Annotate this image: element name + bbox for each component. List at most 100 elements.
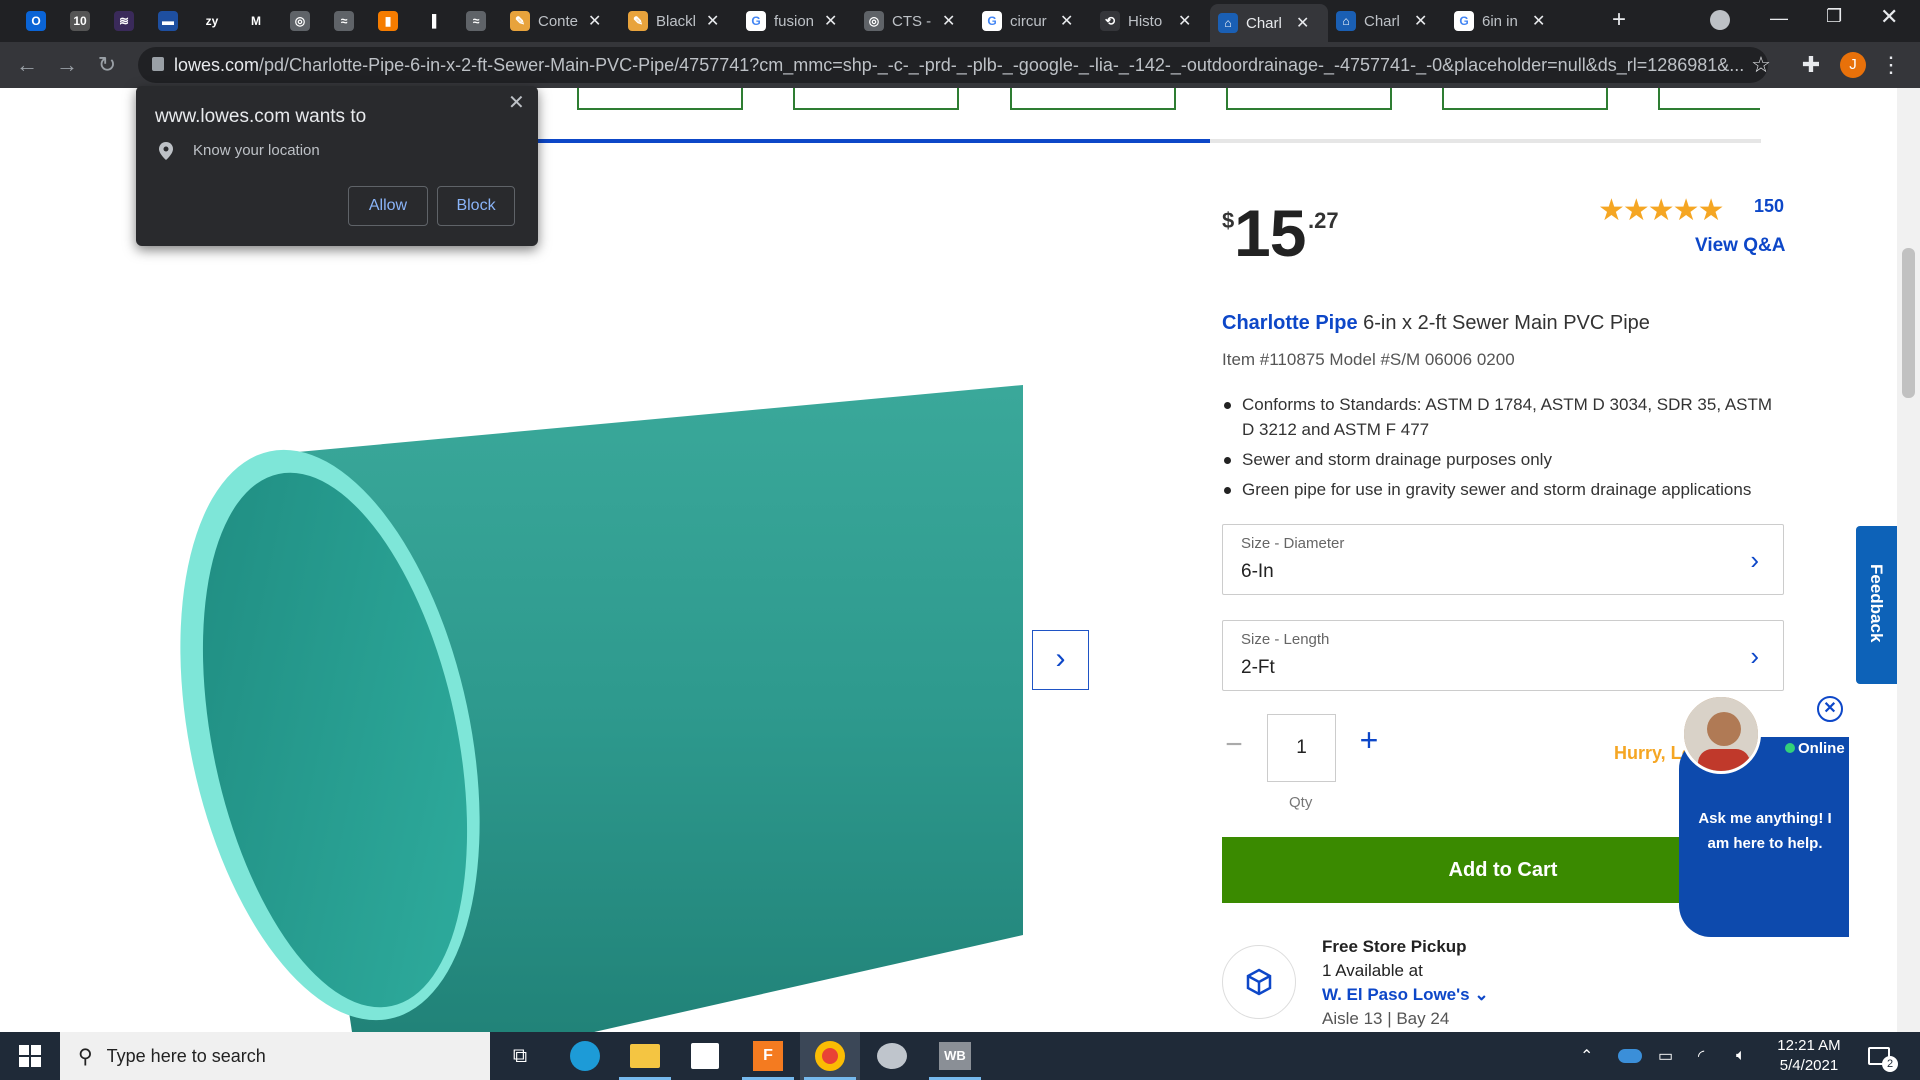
close-tab-icon[interactable]: ✕	[1060, 11, 1073, 31]
quantity-input[interactable]: 1	[1267, 714, 1336, 782]
brand-link[interactable]: Charlotte Pipe	[1222, 312, 1358, 334]
browser-tab[interactable]: ◎ CTS - ✕	[856, 6, 974, 36]
wifi-icon[interactable]: ◜	[1698, 1032, 1704, 1080]
rating-stars-icon[interactable]: ★★★★★	[1598, 193, 1724, 228]
edge-icon[interactable]	[555, 1032, 615, 1080]
size-diameter-selector[interactable]: Size - Diameter 6-In ›	[1222, 524, 1784, 595]
windows-start-icon[interactable]	[0, 1032, 60, 1080]
volume-icon[interactable]: 🔈︎	[1736, 1032, 1746, 1080]
profile-avatar[interactable]: J	[1840, 52, 1866, 78]
tab-title: CTS -	[892, 12, 932, 30]
pickup-store-selector[interactable]: W. El Paso Lowe's ⌄	[1322, 985, 1489, 1005]
review-count-link[interactable]: 150	[1754, 196, 1784, 217]
next-image-button[interactable]: ›	[1032, 630, 1089, 690]
block-button[interactable]: Block	[437, 186, 515, 226]
browser-tab[interactable]: 10	[62, 6, 106, 36]
browser-tab[interactable]: ▬	[150, 6, 194, 36]
close-tab-icon[interactable]: ✕	[1178, 11, 1191, 31]
carousel-add-to-cart-button[interactable]	[1442, 88, 1608, 110]
microsoft-store-icon[interactable]	[675, 1032, 735, 1080]
close-tab-icon[interactable]: ✕	[1532, 11, 1545, 31]
item-model-number: Item #110875 Model #S/M 06006 0200	[1222, 350, 1515, 369]
browser-tab[interactable]: zy	[194, 6, 238, 36]
tab-search-icon[interactable]	[1710, 10, 1730, 30]
chrome-icon[interactable]	[800, 1032, 860, 1080]
view-qa-link[interactable]: View Q&A	[1695, 235, 1785, 257]
carousel-add-to-cart-button[interactable]	[1658, 88, 1760, 110]
browser-tab[interactable]: ⟲ Histo ✕	[1092, 6, 1210, 36]
browser-tab[interactable]: M	[238, 6, 282, 36]
chevron-down-icon: ⌄	[1474, 985, 1489, 1004]
browser-tab[interactable]: Gcircur ✕	[974, 6, 1092, 36]
file-explorer-icon[interactable]	[615, 1032, 675, 1080]
carousel-add-to-cart-button[interactable]	[577, 88, 743, 110]
browser-tab[interactable]: G 6in in ✕	[1446, 6, 1564, 36]
highlight-item: Conforms to Standards: ASTM D 1784, ASTM…	[1222, 392, 1782, 442]
reload-icon[interactable]: ↻	[92, 50, 122, 80]
notifications-icon[interactable]: 2	[1868, 1032, 1906, 1080]
browser-tab[interactable]: ≈	[458, 6, 502, 36]
extensions-icon[interactable]: ✚	[1796, 50, 1826, 80]
browser-tab[interactable]: ✎ Conte ✕	[502, 6, 620, 36]
search-icon: ⚲	[78, 1045, 93, 1068]
browser-tab[interactable]: ▐	[414, 6, 458, 36]
pencil-icon: ✎	[510, 11, 530, 31]
taskbar-search-box[interactable]: ⚲ Type here to search	[60, 1032, 490, 1080]
pencil-icon: ✎	[628, 11, 648, 31]
page-scrollbar[interactable]	[1897, 88, 1920, 1032]
tab-title: circur	[1010, 12, 1047, 30]
close-tab-icon[interactable]: ✕	[706, 11, 719, 31]
scrollbar-thumb[interactable]	[1902, 248, 1915, 398]
browser-tab[interactable]: ≈	[326, 6, 370, 36]
paint-app-icon[interactable]	[862, 1032, 922, 1080]
task-view-icon[interactable]: ⧉	[490, 1032, 550, 1080]
battery-icon[interactable]: ▭	[1658, 1032, 1673, 1080]
browser-tab[interactable]: ⌂ Charl ✕	[1210, 4, 1328, 42]
forward-icon[interactable]: →	[52, 50, 82, 80]
browser-tab[interactable]: ≋	[106, 6, 150, 36]
new-tab-button[interactable]: +	[1612, 6, 1626, 34]
browser-tab[interactable]: ✎ Blackl ✕	[620, 6, 738, 36]
close-tab-icon[interactable]: ✕	[1296, 13, 1309, 33]
close-window-icon[interactable]: ✕	[1880, 4, 1898, 30]
quantity-increase-button[interactable]: +	[1355, 722, 1383, 759]
carousel-scroll-track[interactable]	[536, 139, 1761, 143]
address-bar[interactable]: lowes.com/pd/Charlotte-Pipe-6-in-x-2-ft-…	[138, 47, 1768, 83]
feedback-tab[interactable]: Feedback	[1856, 526, 1900, 684]
close-tab-icon[interactable]: ✕	[1414, 11, 1427, 31]
browser-tab[interactable]: ⌂ Charl ✕	[1328, 6, 1446, 36]
store-pickup-icon	[1222, 945, 1296, 1019]
lock-icon[interactable]	[152, 57, 164, 71]
back-icon[interactable]: ←	[12, 50, 42, 80]
browser-tab[interactable]: ▮	[370, 6, 414, 36]
taskbar-clock[interactable]: 12:21 AM 5/4/2021	[1764, 1036, 1854, 1076]
browser-tab[interactable]: ◎	[282, 6, 326, 36]
quantity-decrease-button[interactable]: −	[1222, 728, 1246, 762]
allow-button[interactable]: Allow	[348, 186, 428, 226]
zybooks-icon: zy	[202, 11, 222, 31]
product-name: 6-in x 2-ft Sewer Main PVC Pipe	[1357, 312, 1650, 334]
show-hidden-icons-icon[interactable]: ⌃	[1580, 1032, 1593, 1080]
size-length-selector[interactable]: Size - Length 2-Ft ›	[1222, 620, 1784, 691]
chat-agent-avatar[interactable]	[1681, 694, 1761, 774]
minimize-icon[interactable]: —	[1770, 8, 1788, 29]
close-tab-icon[interactable]: ✕	[942, 11, 955, 31]
carousel-add-to-cart-button[interactable]	[793, 88, 959, 110]
fusion-app-icon[interactable]: F	[738, 1032, 798, 1080]
highlight-item: Sewer and storm drainage purposes only	[1222, 447, 1782, 472]
close-tab-icon[interactable]: ✕	[588, 11, 601, 31]
restore-icon[interactable]: ❐	[1826, 6, 1842, 27]
carousel-add-to-cart-button[interactable]	[1226, 88, 1392, 110]
close-tab-icon[interactable]: ✕	[824, 11, 837, 31]
outlook-icon: O	[26, 11, 46, 31]
close-icon[interactable]: ✕	[508, 90, 525, 115]
onedrive-icon[interactable]	[1618, 1032, 1642, 1080]
menu-icon[interactable]: ⋮	[1876, 50, 1906, 80]
browser-tab[interactable]: Gfusion ✕	[738, 6, 856, 36]
browser-tab[interactable]: O	[18, 6, 62, 36]
chat-close-icon[interactable]: ✕	[1817, 696, 1843, 722]
workbench-icon[interactable]: WB	[925, 1032, 985, 1080]
carousel-scroll-progress	[536, 139, 1210, 143]
carousel-add-to-cart-button[interactable]	[1010, 88, 1176, 110]
bookmark-star-icon[interactable]: ☆	[1746, 50, 1776, 80]
